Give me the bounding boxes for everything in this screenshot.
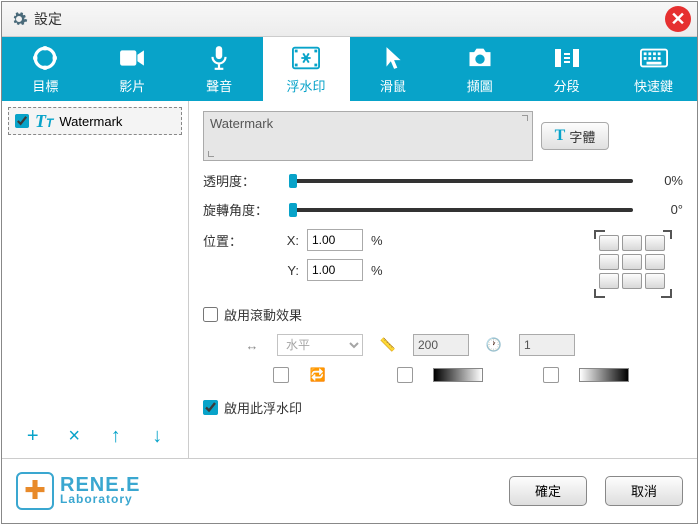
time-input[interactable] <box>519 334 575 356</box>
anchor-tl[interactable] <box>599 235 619 251</box>
remove-button[interactable]: × <box>60 424 88 448</box>
tab-mouse[interactable]: 滑鼠 <box>350 37 437 101</box>
list-item-checkbox[interactable] <box>15 114 29 128</box>
anchor-mc[interactable] <box>622 254 642 270</box>
anchor-ml[interactable] <box>599 254 619 270</box>
y-input[interactable] <box>307 259 363 281</box>
camera-icon <box>466 44 494 72</box>
ruler-icon: 📏 <box>379 336 397 354</box>
gear-icon <box>10 10 28 28</box>
position-label: 位置： <box>203 231 273 250</box>
anchor-picker <box>593 229 673 299</box>
x-input[interactable] <box>307 229 363 251</box>
rotation-slider[interactable] <box>289 208 633 212</box>
tab-video[interactable]: 影片 <box>89 37 176 101</box>
window-title: 設定 <box>34 9 62 29</box>
tabbar: 目標 影片 聲音 浮水印 滑鼠 擷圖 分段 快速鍵 <box>2 37 697 101</box>
anchor-tr[interactable] <box>645 235 665 251</box>
close-icon[interactable]: ✕ <box>665 6 691 32</box>
opacity-value: 0% <box>649 173 683 188</box>
font-button[interactable]: T 字體 <box>541 122 609 150</box>
x-label: X: <box>281 233 299 248</box>
list-item[interactable]: TT Watermark <box>8 107 182 135</box>
brand-logo: RENE.E Laboratory <box>16 472 140 510</box>
opacity-slider[interactable] <box>289 179 633 183</box>
fade2-checkbox[interactable] <box>543 367 559 383</box>
add-button[interactable]: + <box>19 424 47 448</box>
text-type-icon: TT <box>35 112 53 130</box>
microphone-icon <box>205 44 233 72</box>
titlebar: 設定 ✕ <box>2 2 697 37</box>
video-icon <box>118 44 146 72</box>
fade-out-icon <box>579 368 629 382</box>
ok-button[interactable]: 確定 <box>509 476 587 506</box>
cancel-button[interactable]: 取消 <box>605 476 683 506</box>
tab-segment[interactable]: 分段 <box>523 37 610 101</box>
footer: RENE.E Laboratory 確定 取消 <box>2 459 697 522</box>
tab-audio[interactable]: 聲音 <box>176 37 263 101</box>
loop-checkbox[interactable] <box>273 367 289 383</box>
tab-hotkey[interactable]: 快速鍵 <box>610 37 697 101</box>
watermark-icon <box>292 44 320 72</box>
direction-select[interactable]: 水平 <box>277 334 363 356</box>
logo-icon <box>16 472 54 510</box>
opacity-label: 透明度： <box>203 171 273 190</box>
anchor-br[interactable] <box>645 273 665 289</box>
content-area: TT Watermark + × ↑ ↓ Watermark T 字體 <box>2 101 697 459</box>
settings-panel: Watermark T 字體 透明度： 0% 旋轉角度： 0° <box>189 101 697 458</box>
clock-icon: 🕐 <box>485 336 503 354</box>
keyboard-icon <box>640 44 668 72</box>
fade1-checkbox[interactable] <box>397 367 413 383</box>
y-label: Y: <box>281 263 299 278</box>
scroll-effect-label: 啟用滾動效果 <box>224 305 302 324</box>
list-item-label: Watermark <box>59 114 122 129</box>
anchor-bl[interactable] <box>599 273 619 289</box>
fade-in-icon <box>433 368 483 382</box>
settings-window: 設定 ✕ 目標 影片 聲音 浮水印 滑鼠 擷圖 分段 <box>1 1 698 524</box>
anchor-bc[interactable] <box>622 273 642 289</box>
move-down-button[interactable]: ↓ <box>143 424 171 448</box>
list-toolbar: + × ↑ ↓ <box>8 420 182 452</box>
distance-input[interactable] <box>413 334 469 356</box>
enable-watermark-checkbox[interactable] <box>203 400 218 415</box>
target-icon <box>31 44 59 72</box>
direction-icon: ↔ <box>243 336 261 354</box>
enable-watermark-label: 啟用此浮水印 <box>224 398 302 417</box>
scroll-effect-checkbox[interactable] <box>203 307 218 322</box>
cursor-icon <box>379 44 407 72</box>
anchor-mr[interactable] <box>645 254 665 270</box>
tab-watermark[interactable]: 浮水印 <box>263 37 350 101</box>
loop-icon: 🔁 <box>309 366 327 384</box>
tab-screenshot[interactable]: 擷圖 <box>436 37 523 101</box>
move-up-button[interactable]: ↑ <box>102 424 130 448</box>
rotation-label: 旋轉角度： <box>203 200 273 219</box>
anchor-tc[interactable] <box>622 235 642 251</box>
watermark-text-input[interactable]: Watermark <box>203 111 533 161</box>
text-icon: T <box>555 127 566 145</box>
rotation-value: 0° <box>649 202 683 217</box>
segment-icon <box>553 44 581 72</box>
tab-target[interactable]: 目標 <box>2 37 89 101</box>
watermark-list: TT Watermark + × ↑ ↓ <box>2 101 189 458</box>
